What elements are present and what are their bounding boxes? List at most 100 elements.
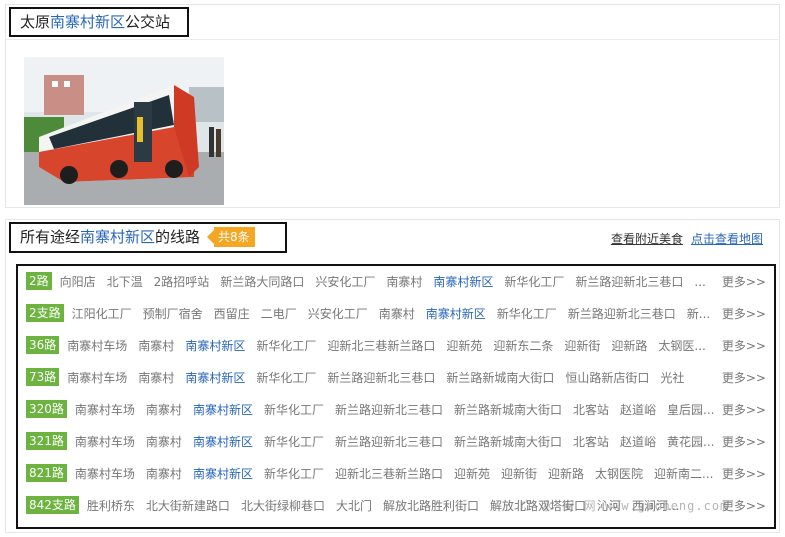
stop-link[interactable]: 南寨村车场 [75, 403, 135, 417]
stop-link[interactable]: 南寨村车场 [75, 435, 135, 449]
stop-link[interactable]: 南寨村 [138, 339, 174, 353]
route-badge[interactable]: 73路 [26, 368, 60, 386]
stop-link[interactable]: 2路招呼站 [154, 275, 210, 289]
current-stop-link[interactable]: 南寨村新区 [193, 435, 253, 449]
stop-link[interactable]: 新兰路迎新北三巷口 [335, 403, 443, 417]
stop-link[interactable]: 北客站 [573, 435, 609, 449]
stop-link[interactable]: 迎新北三巷新兰路口 [335, 467, 443, 481]
stop-link[interactable]: 迎新苑 [446, 339, 482, 353]
stop-link[interactable]: 赵道峪 [620, 435, 656, 449]
stop-link[interactable]: ... [694, 275, 705, 289]
stop-link[interactable]: 新兰路迎新北三巷口 [327, 371, 435, 385]
more-link[interactable]: 更多>> [722, 465, 766, 482]
route-badge[interactable]: 320路 [26, 400, 67, 418]
stop-link[interactable]: 新华化工厂 [256, 371, 316, 385]
stop-link[interactable]: 南寨村 [146, 403, 182, 417]
more-link[interactable]: 更多>> [722, 401, 766, 418]
route-badge[interactable]: 321路 [26, 432, 67, 450]
stop-link[interactable]: 迎新路 [611, 339, 647, 353]
stop-link[interactable]: 兴安化工厂 [315, 275, 375, 289]
current-stop-link[interactable]: 南寨村新区 [193, 403, 253, 417]
current-stop-link[interactable]: 南寨村新区 [185, 371, 245, 385]
route-badge[interactable]: 2支路 [26, 304, 64, 322]
route-row[interactable]: 321路 南寨村车场 南寨村 南寨村新区 新华化工厂 新兰路迎新北三巷口 新兰路新城南大街口… [26, 429, 766, 453]
stop-link[interactable]: 西留庄 [214, 307, 250, 321]
route-row[interactable]: 821路 南寨村车场 南寨村 南寨村新区 新华化工厂 迎新北三巷新兰路口 迎新苑 迎新街 迎新路… [26, 461, 766, 485]
current-stop-link[interactable]: 南寨村新区 [185, 339, 245, 353]
stop-link[interactable]: 新兰路迎新北三巷口 [568, 307, 676, 321]
stop-link[interactable]: 南寨村车场 [75, 467, 135, 481]
route-row[interactable]: 2支路 江阳化工厂 预制厂宿舍 西留庄 二电厂 兴安化工厂 南寨村 南寨村新区 新华化工厂 新兰路… [26, 301, 766, 325]
stop-link[interactable]: 解放北路胜利街口 [383, 499, 479, 513]
more-link[interactable]: 更多>> [722, 337, 766, 354]
more-link[interactable]: 更多>> [722, 497, 766, 514]
stop-link[interactable]: 新华化工厂 [264, 435, 324, 449]
route-list: 2路 向阳店 北下温 2路招呼站 新兰路大同路口 兴安化工厂 南寨村 南寨村新区 新华化工厂 新兰… [16, 264, 776, 529]
stop-link[interactable]: 南寨村车场 [67, 339, 127, 353]
more-link[interactable]: 更多>> [722, 369, 766, 386]
stop-link[interactable]: 恒山路新店街口 [565, 371, 649, 385]
lines-title-suffix: 的线路 [155, 228, 201, 246]
stop-link[interactable]: 迎新街 [564, 339, 600, 353]
stop-link[interactable]: 太钢医... [658, 339, 705, 353]
stop-link[interactable]: 预制厂宿舍 [143, 307, 203, 321]
stop-link[interactable]: 新兰路大同路口 [220, 275, 304, 289]
route-row[interactable]: 2路 向阳店 北下温 2路招呼站 新兰路大同路口 兴安化工厂 南寨村 南寨村新区 新华化工厂 新兰… [26, 269, 766, 293]
stop-link[interactable]: 江阳化工厂 [72, 307, 132, 321]
stop-link[interactable]: 迎新南二... [654, 467, 713, 481]
stop-link[interactable]: 向阳店 [60, 275, 96, 289]
stop-link[interactable]: 南寨村车场 [67, 371, 127, 385]
stop-link[interactable]: 新兰路新城南大街口 [454, 435, 562, 449]
bus-photo [24, 57, 224, 205]
stop-link[interactable]: 迎新苑 [454, 467, 490, 481]
stop-link[interactable]: 北下温 [107, 275, 143, 289]
route-row[interactable]: 36路 南寨村车场 南寨村 南寨村新区 新华化工厂 迎新北三巷新兰路口 迎新苑 迎新东二条 迎新… [26, 333, 766, 357]
route-badge[interactable]: 821路 [26, 464, 67, 482]
stop-link[interactable]: 迎新东二条 [493, 339, 553, 353]
nearby-food-link[interactable]: 查看附近美食 [611, 232, 683, 246]
stop-link[interactable]: 北客站 [573, 403, 609, 417]
stop-link[interactable]: 大北门 [336, 499, 372, 513]
stop-link[interactable]: 迎新路 [548, 467, 584, 481]
stop-link[interactable]: 太钢医院 [595, 467, 643, 481]
stop-link[interactable]: 新兰路迎新北三巷口 [575, 275, 683, 289]
header-links: 查看附近美食 点击查看地图 [611, 230, 763, 247]
stop-link[interactable]: 二电厂 [261, 307, 297, 321]
stop-link[interactable]: 新兰路新城南大街口 [446, 371, 554, 385]
current-stop-link[interactable]: 南寨村新区 [426, 307, 486, 321]
stop-link[interactable]: 迎新街 [501, 467, 537, 481]
stop-link[interactable]: 新华化工厂 [497, 307, 557, 321]
route-badge[interactable]: 842支路 [26, 496, 79, 514]
stop-link[interactable]: 黄花园... [667, 435, 714, 449]
stop-link[interactable]: 赵道峪 [620, 403, 656, 417]
more-link[interactable]: 更多>> [722, 305, 766, 322]
route-row[interactable]: 320路 南寨村车场 南寨村 南寨村新区 新华化工厂 新兰路迎新北三巷口 新兰路新城南大街口… [26, 397, 766, 421]
route-badge[interactable]: 36路 [26, 336, 60, 354]
stop-link[interactable]: 光社 [660, 371, 684, 385]
stop-link[interactable]: 新华化工厂 [264, 403, 324, 417]
stop-link[interactable]: 新兰路新城南大街口 [454, 403, 562, 417]
current-stop-link[interactable]: 南寨村新区 [193, 467, 253, 481]
stop-link[interactable]: 新华化工厂 [504, 275, 564, 289]
route-row[interactable]: 73路 南寨村车场 南寨村 南寨村新区 新华化工厂 新兰路迎新北三巷口 新兰路新城南大街口恒… [26, 365, 766, 389]
stop-link[interactable]: 北大街新建路口 [146, 499, 230, 513]
stop-link[interactable]: 南寨村 [146, 467, 182, 481]
stop-link[interactable]: 南寨村 [146, 435, 182, 449]
stop-link[interactable]: 皇后园... [667, 403, 714, 417]
stop-link[interactable]: 新... [687, 307, 710, 321]
stop-link[interactable]: 南寨村 [379, 307, 415, 321]
stop-link[interactable]: 北大街绿柳巷口 [241, 499, 325, 513]
stop-link[interactable]: 新兰路迎新北三巷口 [335, 435, 443, 449]
stop-link[interactable]: 新华化工厂 [256, 339, 316, 353]
stop-link[interactable]: 兴安化工厂 [308, 307, 368, 321]
stop-link[interactable]: 南寨村 [138, 371, 174, 385]
route-badge[interactable]: 2路 [26, 272, 52, 290]
stop-link[interactable]: 胜利桥东 [87, 499, 135, 513]
more-link[interactable]: 更多>> [722, 433, 766, 450]
current-stop-link[interactable]: 南寨村新区 [433, 275, 493, 289]
view-map-link[interactable]: 点击查看地图 [691, 232, 763, 246]
stop-link[interactable]: 南寨村 [386, 275, 422, 289]
stop-link[interactable]: 新华化工厂 [264, 467, 324, 481]
more-link[interactable]: 更多>> [722, 273, 766, 290]
stop-link[interactable]: 迎新北三巷新兰路口 [327, 339, 435, 353]
